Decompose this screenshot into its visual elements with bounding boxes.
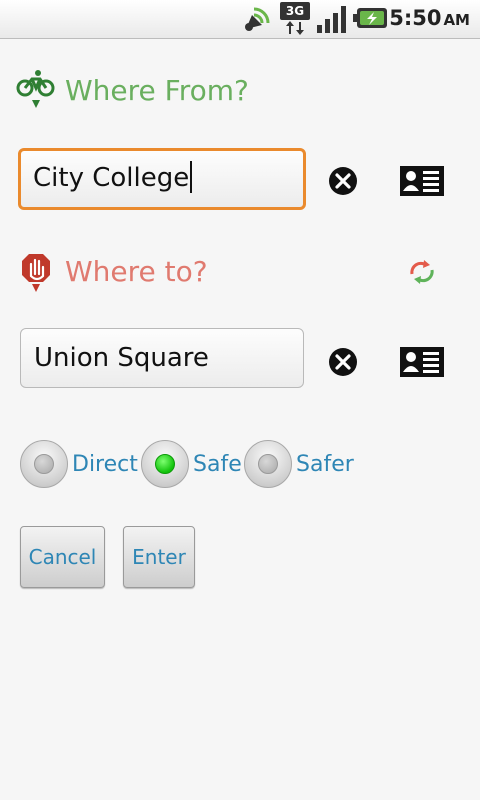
network-type-label: 3G	[280, 2, 310, 20]
stop-hand-marker-icon	[22, 254, 50, 292]
swap-icon[interactable]	[406, 258, 438, 286]
radio-indicator	[258, 454, 278, 474]
battery-charging-icon	[353, 8, 387, 28]
satellite-icon	[245, 7, 270, 31]
to-section-label: Where to?	[65, 255, 208, 288]
radio-indicator	[34, 454, 54, 474]
to-contacts-button[interactable]	[400, 347, 444, 377]
radio-direct[interactable]	[20, 440, 68, 488]
from-contacts-button[interactable]	[400, 166, 444, 196]
radio-safer[interactable]	[244, 440, 292, 488]
from-clear-button[interactable]	[328, 166, 358, 196]
to-clear-button[interactable]	[328, 347, 358, 377]
radio-direct-label[interactable]: Direct	[72, 452, 138, 477]
radio-indicator	[155, 454, 175, 474]
clock-ampm: AM	[443, 11, 470, 29]
radio-safe[interactable]	[141, 440, 189, 488]
cancel-button[interactable]: Cancel	[20, 526, 105, 588]
text-cursor	[190, 160, 193, 193]
clock: 5:50 AM	[389, 6, 470, 30]
signal-icon	[317, 6, 346, 33]
bicycle-marker-icon	[16, 70, 55, 108]
clock-time: 5:50	[389, 6, 442, 30]
network-3g-icon: 3G	[280, 2, 310, 36]
from-input-value: City College	[33, 163, 190, 193]
to-input[interactable]: Union Square	[20, 328, 304, 388]
status-bar: 3G 5:50 AM	[0, 0, 480, 39]
radio-safer-label[interactable]: Safer	[296, 452, 354, 477]
radio-safe-label[interactable]: Safe	[193, 452, 242, 477]
enter-button[interactable]: Enter	[123, 526, 195, 588]
from-input[interactable]: City College	[18, 148, 306, 210]
from-section-label: Where From?	[65, 74, 249, 107]
